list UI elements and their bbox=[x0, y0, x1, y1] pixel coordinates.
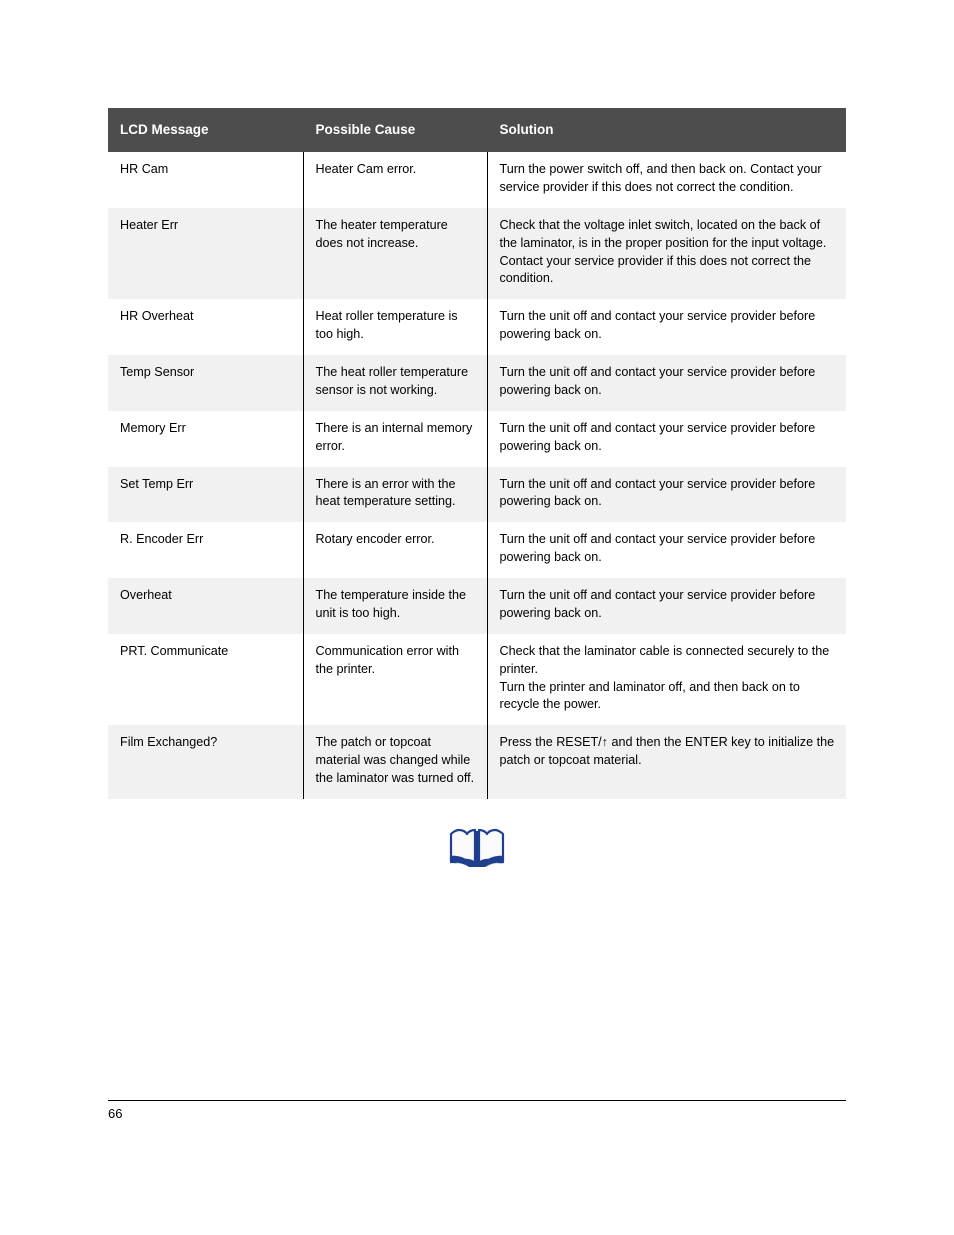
cell-lcd-message: Heater Err bbox=[108, 207, 303, 300]
cell-text-line: Rotary encoder error. bbox=[315, 532, 435, 547]
cell-text-line: Heater Err bbox=[120, 217, 179, 232]
cell-text-line: Press the RESET/↑ and then the ENTER key… bbox=[499, 735, 835, 768]
cell-possible-cause: There is an internal memory error. bbox=[302, 410, 487, 467]
cell-text-line: Turn the printer and laminator off, and … bbox=[499, 679, 800, 712]
cell-solution: Turn the unit off and contact your servi… bbox=[486, 355, 846, 411]
table-row: Film Exchanged? The patch or topcoat mate… bbox=[108, 725, 846, 799]
troubleshooting-table: LCD Message Possible Cause Solution HR C… bbox=[108, 108, 846, 799]
cell-lcd-message: HR Cam bbox=[108, 152, 303, 208]
cell-text-line: There is an internal memory error. bbox=[315, 420, 473, 453]
cell-text-line: Check that the voltage inlet switch, loc… bbox=[499, 217, 827, 286]
cell-text-line: Turn the unit off and contact your servi… bbox=[499, 420, 816, 453]
table-row: Heater Err The heater temperature does no… bbox=[108, 207, 846, 300]
cell-text-line: PRT. Communicate bbox=[120, 643, 229, 658]
cell-text-line: Temp Sensor bbox=[120, 365, 195, 379]
cell-lcd-message: PRT. Communicate bbox=[108, 633, 303, 726]
cell-lcd-message: Set Temp Err bbox=[108, 466, 303, 523]
cell-text-line: Turn the unit off and contact your servi… bbox=[499, 309, 816, 342]
footer-divider bbox=[108, 1100, 846, 1101]
open-book-icon bbox=[449, 828, 505, 867]
document-page: LCD Message Possible Cause Solution HR C… bbox=[0, 0, 954, 1235]
cell-possible-cause: Communication error with the printer. bbox=[302, 633, 487, 726]
cell-text-line: Film Exchanged? bbox=[120, 735, 218, 750]
cell-text-line: The heat roller temperature sensor is no… bbox=[315, 365, 469, 397]
cell-possible-cause: The heater temperature does not increase… bbox=[302, 207, 487, 300]
cell-lcd-message: Temp Sensor bbox=[108, 355, 303, 411]
table-row: Temp Sensor The heat roller temperature s… bbox=[108, 355, 846, 411]
table-header: LCD Message Possible Cause Solution bbox=[108, 108, 846, 152]
table-row: Set Temp Err There is an error with the h… bbox=[108, 466, 846, 523]
cell-possible-cause: There is an error with the heat temperat… bbox=[302, 466, 487, 523]
cell-solution: Press the RESET/↑ and then the ENTER key… bbox=[486, 725, 846, 799]
table-row: R. Encoder Err Rotary encoder error. Turn … bbox=[108, 522, 846, 578]
cell-text-line: The heater temperature does not increase… bbox=[315, 217, 448, 250]
cell-possible-cause: Heat roller temperature is too high. bbox=[302, 299, 487, 355]
cell-text-line: R. Encoder Err bbox=[120, 532, 204, 547]
cell-solution: Turn the unit off and contact your servi… bbox=[486, 578, 846, 634]
cell-text-line: Turn the unit off and contact your servi… bbox=[499, 476, 816, 509]
cell-possible-cause: The heat roller temperature sensor is no… bbox=[302, 355, 487, 411]
table-row: Overheat The temperature inside the unit … bbox=[108, 578, 846, 634]
cell-text-line: Heat roller temperature is too high. bbox=[315, 309, 458, 342]
column-header-possible-cause: Possible Cause bbox=[302, 108, 487, 152]
cell-text-line: Turn the unit off and contact your servi… bbox=[499, 365, 816, 397]
cell-text-line: Set Temp Err bbox=[120, 476, 194, 491]
cell-text-line: Heater Cam error. bbox=[315, 162, 417, 176]
troubleshooting-table-wrapper: LCD Message Possible Cause Solution HR C… bbox=[108, 108, 846, 799]
cell-lcd-message: HR Overheat bbox=[108, 299, 303, 355]
table-row: HR Cam Heater Cam error. Turn the power sw… bbox=[108, 152, 846, 208]
cell-solution: Turn the unit off and contact your servi… bbox=[486, 522, 846, 578]
cell-possible-cause: The patch or topcoat material was change… bbox=[302, 725, 487, 799]
cell-lcd-message: Overheat bbox=[108, 578, 303, 634]
cell-lcd-message: R. Encoder Err bbox=[108, 522, 303, 578]
cell-solution: Turn the unit off and contact your servi… bbox=[486, 299, 846, 355]
column-header-lcd-message: LCD Message bbox=[108, 108, 303, 152]
cell-text-line: Check that the laminator cable is connec… bbox=[499, 643, 830, 676]
cell-text-line: Communication error with the printer. bbox=[315, 643, 459, 676]
cell-text-line: The patch or topcoat material was change… bbox=[315, 735, 475, 785]
cell-possible-cause: Rotary encoder error. bbox=[302, 522, 487, 578]
cell-solution: Turn the power switch off, and then back… bbox=[486, 152, 846, 208]
cell-text-line: Overheat bbox=[120, 588, 172, 602]
cell-text-line: The temperature inside the unit is too h… bbox=[315, 588, 467, 620]
cell-lcd-message: Film Exchanged? bbox=[108, 725, 303, 799]
cell-solution: Turn the unit off and contact your servi… bbox=[486, 466, 846, 523]
cell-text-line: Turn the unit off and contact your servi… bbox=[499, 532, 816, 565]
cell-text-line: There is an error with the heat temperat… bbox=[315, 476, 456, 509]
cell-solution: Turn the unit off and contact your servi… bbox=[486, 410, 846, 467]
cell-text-line: Memory Err bbox=[120, 420, 186, 435]
table-row: Memory Err There is an internal memory er… bbox=[108, 410, 846, 467]
cell-solution: Check that the voltage inlet switch, loc… bbox=[486, 207, 846, 300]
open-book-icon-wrapper bbox=[0, 826, 954, 872]
page-number: 66 bbox=[108, 1106, 123, 1121]
cell-possible-cause: The temperature inside the unit is too h… bbox=[302, 578, 487, 634]
table-row: PRT. Communicate Communication error with… bbox=[108, 633, 846, 726]
cell-lcd-message: Memory Err bbox=[108, 410, 303, 467]
cell-text-line: HR Cam bbox=[120, 162, 169, 176]
cell-text-line: Turn the power switch off, and then back… bbox=[499, 162, 822, 194]
cell-solution: Check that the laminator cable is connec… bbox=[486, 633, 846, 726]
table-row: HR Overheat Heat roller temperature is to… bbox=[108, 299, 846, 355]
cell-text-line: HR Overheat bbox=[120, 309, 194, 324]
column-header-solution: Solution bbox=[486, 108, 846, 152]
table-body: HR Cam Heater Cam error. Turn the power sw… bbox=[108, 152, 846, 799]
table-header-row: LCD Message Possible Cause Solution bbox=[108, 108, 846, 152]
cell-text-line: Turn the unit off and contact your servi… bbox=[499, 588, 816, 620]
cell-possible-cause: Heater Cam error. bbox=[302, 152, 487, 208]
